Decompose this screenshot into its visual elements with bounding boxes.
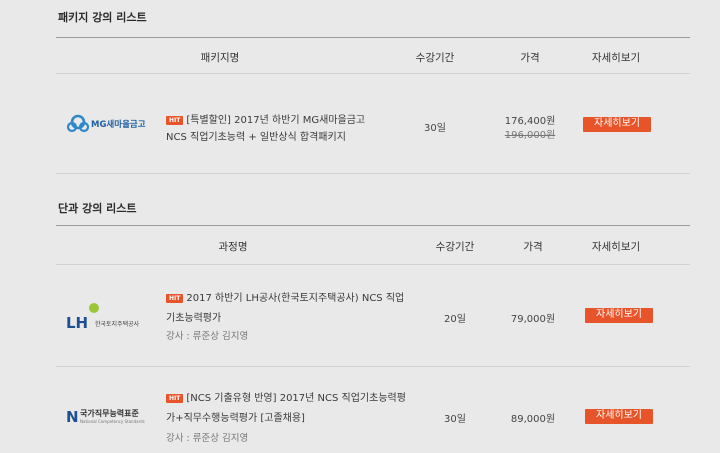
course-title-line1: [NCS 기출유형 반영] 2017년 NCS 직업기초능력평	[186, 393, 406, 404]
single-header-price: 가격	[523, 241, 543, 253]
package-original-price: 196,000원	[504, 130, 556, 141]
single-header-detail: 자세히보기	[591, 241, 641, 253]
package-header-period: 수강기간	[415, 52, 455, 64]
course-detail-button[interactable]: 자세히보기	[585, 308, 653, 323]
package-header-price: 가격	[520, 52, 540, 64]
svg-text:LH: LH	[66, 314, 88, 330]
package-title[interactable]: HIT [특별할인] 2017년 하반기 MG새마을금고 NCS 직업기초능력 +…	[166, 112, 406, 146]
package-title-line2: NCS 직업기초능력 + 일반상식 합격패키지	[166, 132, 346, 143]
package-detail-button[interactable]: 자세히보기	[583, 117, 651, 132]
course-detail-button[interactable]: 자세히보기	[585, 409, 653, 424]
single-header-bottom-rule	[56, 264, 690, 265]
single-header-top-rule	[56, 225, 690, 226]
single-header-period: 수강기간	[435, 241, 475, 253]
mg-logo-text: MG새마을금고	[91, 120, 146, 130]
course-instructor: 강사 : 류준상 김지영	[166, 331, 249, 342]
ncs-logo-text: 국가직무능력표준	[80, 409, 139, 418]
single-header-name: 과정명	[218, 241, 248, 253]
course-title-line2: 기초능력평가	[166, 313, 222, 324]
package-title-line1: [특별할인] 2017년 하반기 MG새마을금고	[186, 115, 366, 126]
package-section-title: 패키지 강의 리스트	[58, 11, 147, 24]
package-period: 30일	[424, 123, 446, 134]
hit-badge: HIT	[166, 294, 184, 303]
single-section-title: 단과 강의 리스트	[58, 202, 137, 215]
ncs-logo: N 국가직무능력표준 National Competency Standards	[66, 406, 156, 428]
lh-logo: LH 한국토지주택공사	[66, 302, 156, 332]
course-price: 89,000원	[510, 414, 556, 425]
mg-logo-mark-icon	[67, 114, 89, 133]
package-header-bottom-rule	[56, 73, 690, 74]
package-row-bottom-rule	[56, 173, 690, 174]
package-price: 176,400원	[504, 116, 556, 127]
package-header-detail: 자세히보기	[591, 52, 641, 64]
mg-logo: MG새마을금고	[67, 114, 157, 136]
course-price: 79,000원	[510, 314, 556, 325]
ncs-logo-subtext: National Competency Standards	[80, 419, 145, 424]
course-row-bottom-rule	[56, 366, 690, 367]
hit-badge: HIT	[166, 394, 184, 403]
course-title[interactable]: HIT 2017 하반기 LH공사(한국토지주택공사) NCS 직업 기초능력평가	[166, 289, 416, 329]
hit-badge: HIT	[166, 116, 184, 125]
course-title-line2: 가+직무수행능력평가 [고졸채용]	[166, 413, 305, 424]
package-header-name: 패키지명	[200, 52, 240, 64]
package-header-top-rule	[56, 37, 690, 38]
course-period: 20일	[444, 314, 466, 325]
svg-text:N: N	[66, 408, 79, 424]
lh-logo-text: 한국토지주택공사	[95, 321, 140, 328]
course-title-line1: 2017 하반기 LH공사(한국토지주택공사) NCS 직업	[186, 293, 405, 304]
course-period: 30일	[444, 414, 466, 425]
ncs-logo-mark-icon: N	[66, 408, 79, 424]
course-title[interactable]: HIT [NCS 기출유형 반영] 2017년 NCS 직업기초능력평 가+직무수…	[166, 389, 416, 429]
course-instructor: 강사 : 류준상 김지영	[166, 433, 249, 444]
